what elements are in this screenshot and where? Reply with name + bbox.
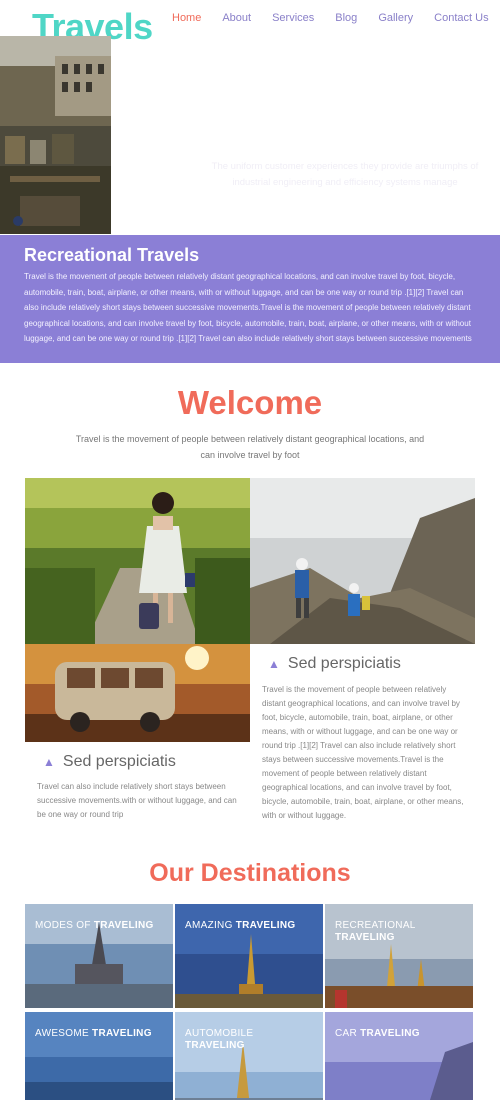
destination-card-car[interactable]: CAR TRAVELING (325, 1012, 473, 1100)
destinations-title: Our Destinations (149, 859, 351, 887)
main-nav: Home About Services Blog Gallery Contact… (172, 12, 500, 24)
nav-about[interactable]: About (222, 12, 251, 24)
photo-van-sunset (25, 644, 250, 742)
feature-text-2: Travel can also include relatively short… (37, 782, 237, 819)
nav-gallery[interactable]: Gallery (378, 12, 413, 24)
nav-services[interactable]: Services (272, 12, 314, 24)
chevron-up-icon: ▲ (43, 755, 55, 769)
destination-label: MODES OF TRAVELING (35, 920, 154, 931)
destinations-grid: MODES OF TRAVELING AMAZING TRAVELING REC… (25, 904, 475, 1100)
destination-label: CAR TRAVELING (335, 1028, 420, 1039)
band-text: Travel is the movement of people between… (24, 272, 472, 343)
chevron-up-icon: ▲ (268, 657, 280, 671)
photo-mountain-hikers (250, 478, 475, 644)
welcome-title: Welcome (177, 384, 323, 421)
site-header: Travels Home About Services Blog Gallery… (0, 0, 500, 47)
feature-heading-2: ▲ Sed perspiciatis (43, 753, 176, 771)
feature-heading-1: ▲ Sed perspiciatis (268, 655, 401, 673)
destination-card-automobile[interactable]: AUTOMOBILE TRAVELING (175, 1012, 323, 1100)
hero-city-image (0, 36, 111, 234)
destination-label: AWESOME TRAVELING (35, 1028, 152, 1039)
hero-caption: The uniform customer experiences they pr… (211, 161, 479, 188)
feature-title-2: Sed perspiciatis (62, 753, 176, 770)
feature-text-1: Travel is the movement of people between… (262, 685, 464, 820)
destination-card-amazing[interactable]: AMAZING TRAVELING (175, 904, 323, 1008)
destination-card-modes[interactable]: MODES OF TRAVELING (25, 904, 173, 1008)
nav-home[interactable]: Home (172, 12, 201, 24)
recreational-band: Recreational Travels Travel is the movem… (0, 235, 500, 363)
nav-contact[interactable]: Contact Us (434, 12, 488, 24)
welcome-text: Travel is the movement of people between… (75, 434, 425, 460)
hero-section: The uniform customer experiences they pr… (0, 36, 500, 236)
destination-card-recreational[interactable]: RECREATIONAL TRAVELING (325, 904, 473, 1008)
feature-grid: ▲ Sed perspiciatis Travel is the movemen… (25, 478, 475, 828)
destination-label: AMAZING TRAVELING (185, 920, 296, 931)
destination-card-awesome[interactable]: AWESOME TRAVELING (25, 1012, 173, 1100)
nav-blog[interactable]: Blog (335, 12, 357, 24)
photo-girl-walking (25, 478, 250, 644)
band-title: Recreational Travels (24, 245, 200, 265)
destination-label: AUTOMOBILE TRAVELING (185, 1028, 254, 1051)
destination-label: RECREATIONAL TRAVELING (335, 920, 416, 943)
feature-title-1: Sed perspiciatis (287, 655, 401, 672)
